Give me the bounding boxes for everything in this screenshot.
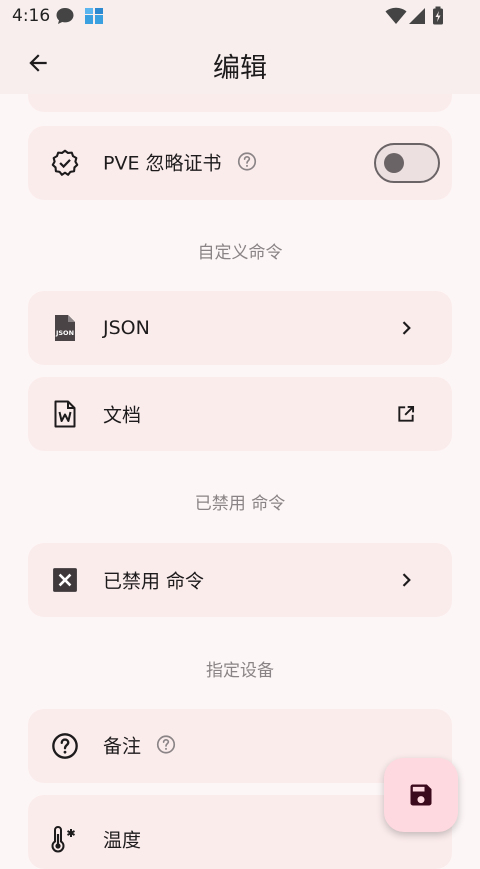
save-button[interactable]: [384, 758, 458, 832]
pve-ignore-cert-toggle[interactable]: [374, 143, 440, 183]
disabled-commands-row[interactable]: 已禁用 命令: [28, 543, 452, 617]
chevron-right-icon: [394, 568, 418, 592]
chat-notification-icon: [55, 6, 75, 30]
open-in-new-icon: [394, 402, 418, 426]
app-notification-icon: [84, 6, 104, 30]
close-box-icon: [50, 565, 80, 595]
word-document-icon: [50, 399, 80, 429]
section-specified-device: 指定设备: [206, 661, 274, 681]
docs-row[interactable]: 文档: [28, 377, 452, 451]
json-label: JSON: [103, 317, 150, 339]
disabled-commands-label: 已禁用 命令: [103, 570, 205, 593]
pve-ignore-cert-label: PVE 忽略证书: [103, 152, 222, 175]
docs-label: 文档: [103, 404, 142, 427]
pve-ignore-cert-row[interactable]: PVE 忽略证书: [28, 126, 452, 200]
help-icon[interactable]: [236, 151, 258, 178]
remark-label: 备注: [103, 735, 142, 758]
chevron-right-icon: [394, 316, 418, 340]
battery-icon: [432, 6, 444, 30]
wifi-icon: [385, 6, 407, 30]
toggle-knob: [384, 153, 404, 173]
page-title: 编辑: [213, 53, 267, 84]
save-icon: [410, 784, 432, 806]
svg-text:JSON: JSON: [55, 329, 74, 337]
app-bar: 编辑: [0, 32, 480, 94]
thermometer-icon: [50, 824, 80, 854]
status-time: 4:16: [12, 6, 51, 26]
verified-badge-icon: [50, 148, 80, 178]
section-custom-commands: 自定义命令: [197, 243, 283, 263]
help-icon[interactable]: [155, 734, 177, 761]
status-bar: 4:16: [0, 0, 480, 32]
json-file-icon: JSON: [50, 313, 80, 343]
signal-icon: [408, 6, 426, 30]
section-disabled-commands: 已禁用 命令: [194, 494, 286, 514]
question-circle-icon: [50, 731, 80, 761]
json-row[interactable]: JSON JSON: [28, 291, 452, 365]
temperature-label: 温度: [103, 829, 142, 852]
